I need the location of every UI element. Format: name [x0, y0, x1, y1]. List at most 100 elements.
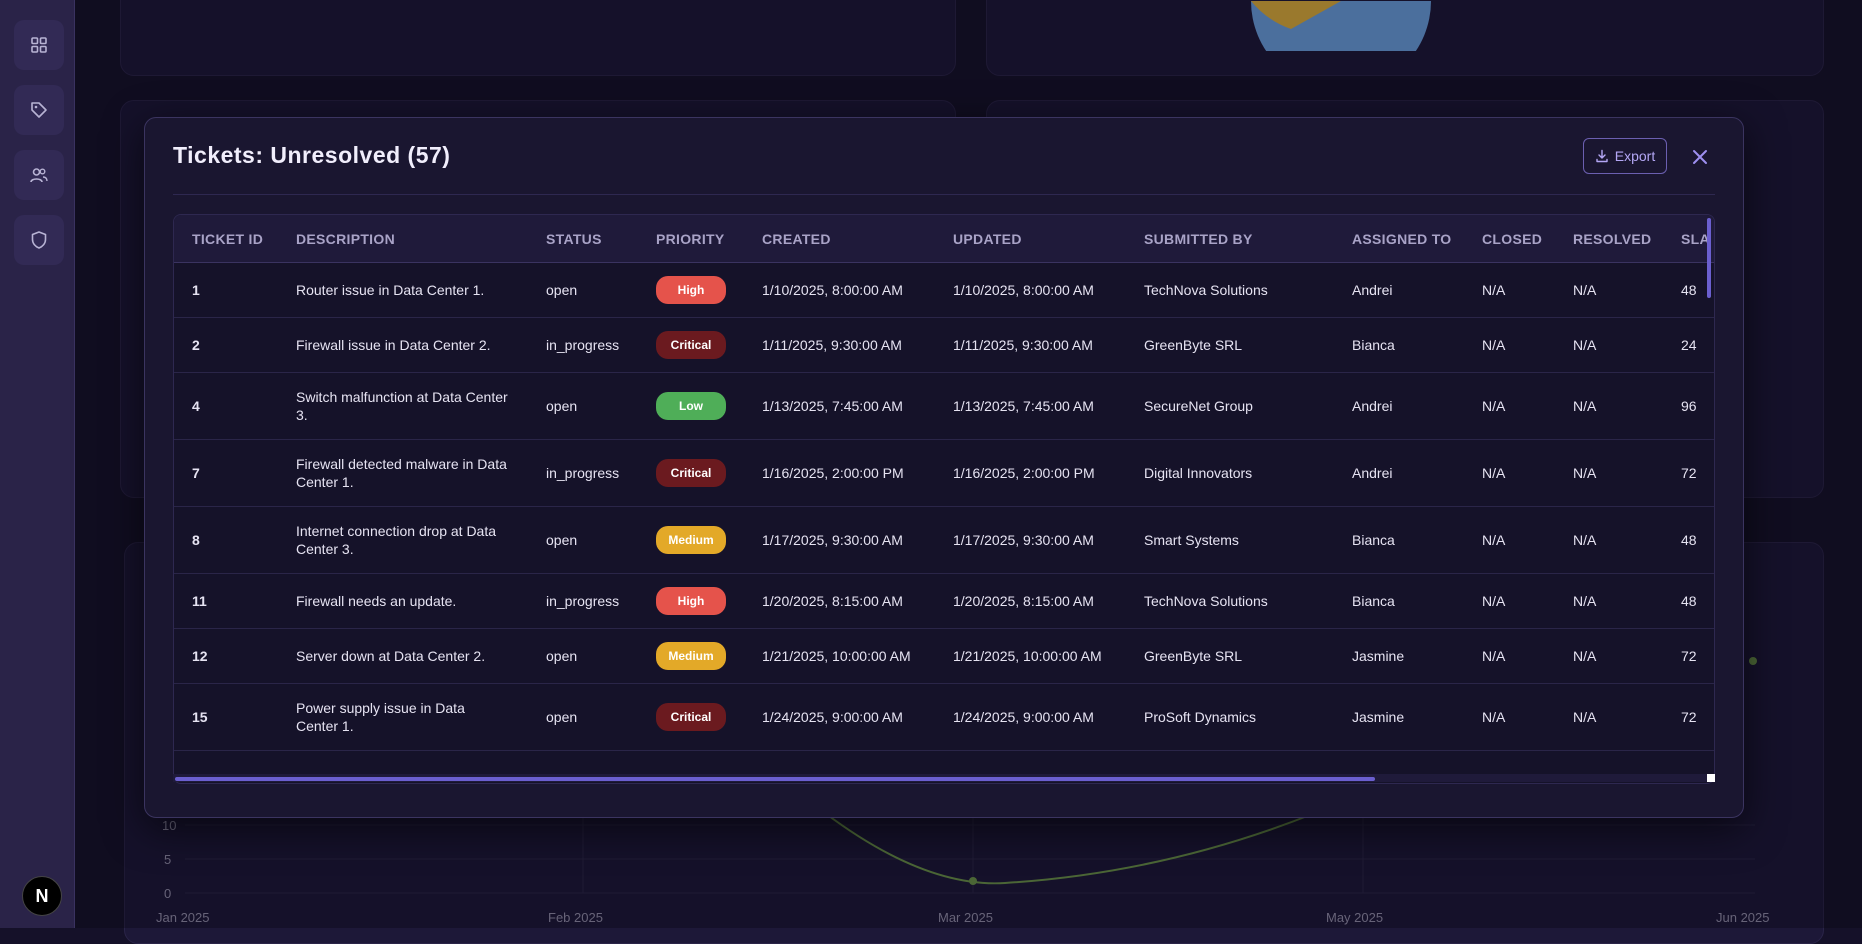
sidebar-item-tickets[interactable]: [14, 85, 64, 135]
column-header-status[interactable]: STATUS: [528, 215, 638, 263]
column-header-closed[interactable]: CLOSED: [1464, 215, 1555, 263]
sidebar-item-users[interactable]: [14, 150, 64, 200]
export-label: Export: [1614, 148, 1656, 164]
table-row[interactable]: 12 Server down at Data Center 2. open Me…: [174, 628, 1714, 684]
ticket-id: 2: [174, 317, 278, 373]
sidebar-item-security[interactable]: [14, 215, 64, 265]
column-header-description[interactable]: DESCRIPTION: [278, 215, 528, 263]
column-header-assigned-to[interactable]: ASSIGNED TO: [1334, 215, 1464, 263]
ticket-description: Firewall issue in Data Center 2.: [278, 317, 528, 373]
ticket-created: 1/24/2025, 9:00:00 AM: [744, 683, 935, 751]
ticket-submitted-by: ProSoft Dynamics: [1126, 683, 1334, 751]
ticket-updated: 1/10/2025, 8:00:00 AM: [935, 262, 1126, 318]
ticket-closed: N/A: [1464, 506, 1555, 574]
ticket-description: Server down at Data Center 2.: [278, 628, 528, 684]
ticket-resolved: N/A: [1555, 683, 1663, 751]
ticket-priority: Critical: [638, 317, 744, 373]
close-icon: [1693, 150, 1707, 164]
ticket-resolved: N/A: [1555, 317, 1663, 373]
ticket-id: 4: [174, 372, 278, 440]
ticket-id: 12: [174, 628, 278, 684]
priority-badge: High: [656, 276, 726, 304]
column-header-updated[interactable]: UPDATED: [935, 215, 1126, 263]
table-row[interactable]: 11 Firewall needs an update. in_progress…: [174, 573, 1714, 629]
ticket-status: in_progress: [528, 573, 638, 629]
ticket-created: 1/21/2025, 10:00:00 AM: [744, 628, 935, 684]
ticket-resolved: N/A: [1555, 573, 1663, 629]
ticket-id: 11: [174, 573, 278, 629]
ticket-assigned-to: Andrei: [1334, 262, 1464, 318]
ticket-updated: 1/16/2025, 2:00:00 PM: [935, 439, 1126, 507]
tickets-table: TICKET ID DESCRIPTION STATUS PRIORITY CR…: [174, 215, 1714, 751]
horizontal-scroll-thumb[interactable]: [175, 777, 1375, 781]
ticket-assigned-to: Jasmine: [1334, 683, 1464, 751]
ticket-created: 1/13/2025, 7:45:00 AM: [744, 372, 935, 440]
ticket-status: open: [528, 683, 638, 751]
ticket-priority: Low: [638, 372, 744, 440]
ticket-description: Power supply issue in Data Center 1.: [278, 683, 528, 751]
priority-badge: Medium: [656, 642, 726, 670]
ticket-description: Internet connection drop at Data Center …: [278, 506, 528, 574]
ticket-status: open: [528, 506, 638, 574]
table-row[interactable]: 15 Power supply issue in Data Center 1. …: [174, 683, 1714, 751]
ticket-resolved: N/A: [1555, 262, 1663, 318]
horizontal-scrollbar[interactable]: [173, 774, 1713, 782]
ticket-closed: N/A: [1464, 317, 1555, 373]
ticket-submitted-by: Digital Innovators: [1126, 439, 1334, 507]
sidebar-item-dashboard[interactable]: [14, 20, 64, 70]
ticket-resolved: N/A: [1555, 506, 1663, 574]
ticket-priority: Critical: [638, 683, 744, 751]
ticket-updated: 1/20/2025, 8:15:00 AM: [935, 573, 1126, 629]
ticket-assigned-to: Andrei: [1334, 439, 1464, 507]
ticket-sla: 48: [1663, 506, 1714, 574]
table-row[interactable]: 1 Router issue in Data Center 1. open Hi…: [174, 262, 1714, 318]
table-row[interactable]: 4 Switch malfunction at Data Center 3. o…: [174, 372, 1714, 440]
ticket-resolved: N/A: [1555, 372, 1663, 440]
priority-badge: Critical: [656, 703, 726, 731]
ticket-submitted-by: GreenByte SRL: [1126, 628, 1334, 684]
column-header-created[interactable]: CREATED: [744, 215, 935, 263]
tickets-table-container[interactable]: TICKET ID DESCRIPTION STATUS PRIORITY CR…: [173, 214, 1715, 784]
ticket-updated: 1/24/2025, 9:00:00 AM: [935, 683, 1126, 751]
column-header-ticket-id[interactable]: TICKET ID: [174, 215, 278, 263]
table-row[interactable]: 8 Internet connection drop at Data Cente…: [174, 506, 1714, 574]
ticket-created: 1/16/2025, 2:00:00 PM: [744, 439, 935, 507]
ticket-assigned-to: Andrei: [1334, 372, 1464, 440]
priority-badge: Low: [656, 392, 726, 420]
column-header-priority[interactable]: PRIORITY: [638, 215, 744, 263]
shield-icon: [31, 231, 47, 249]
ticket-priority: Medium: [638, 628, 744, 684]
ticket-closed: N/A: [1464, 683, 1555, 751]
ticket-created: 1/10/2025, 8:00:00 AM: [744, 262, 935, 318]
close-button[interactable]: [1685, 142, 1715, 172]
ticket-description: Switch malfunction at Data Center 3.: [278, 372, 528, 440]
vertical-scroll-thumb[interactable]: [1707, 218, 1711, 298]
ticket-priority: High: [638, 262, 744, 318]
ticket-assigned-to: Bianca: [1334, 506, 1464, 574]
table-row[interactable]: 7 Firewall detected malware in Data Cent…: [174, 439, 1714, 507]
ticket-sla: 96: [1663, 372, 1714, 440]
ticket-submitted-by: TechNova Solutions: [1126, 262, 1334, 318]
table-row[interactable]: 2 Firewall issue in Data Center 2. in_pr…: [174, 317, 1714, 373]
ticket-closed: N/A: [1464, 628, 1555, 684]
column-header-resolved[interactable]: RESOLVED: [1555, 215, 1663, 263]
sidebar: N: [0, 0, 75, 928]
ticket-updated: 1/11/2025, 9:30:00 AM: [935, 317, 1126, 373]
ticket-sla: 48: [1663, 573, 1714, 629]
ticket-description: Firewall needs an update.: [278, 573, 528, 629]
column-header-submitted-by[interactable]: SUBMITTED BY: [1126, 215, 1334, 263]
ticket-created: 1/20/2025, 8:15:00 AM: [744, 573, 935, 629]
scrollbar-corner: [1707, 774, 1715, 782]
framework-badge[interactable]: N: [22, 876, 62, 916]
users-icon: [30, 168, 48, 183]
ticket-id: 8: [174, 506, 278, 574]
ticket-submitted-by: Smart Systems: [1126, 506, 1334, 574]
ticket-sla: 72: [1663, 683, 1714, 751]
export-button[interactable]: Export: [1583, 138, 1667, 174]
ticket-assigned-to: Bianca: [1334, 317, 1464, 373]
ticket-id: 1: [174, 262, 278, 318]
ticket-id: 7: [174, 439, 278, 507]
ticket-priority: High: [638, 573, 744, 629]
ticket-status: in_progress: [528, 439, 638, 507]
ticket-priority: Critical: [638, 439, 744, 507]
